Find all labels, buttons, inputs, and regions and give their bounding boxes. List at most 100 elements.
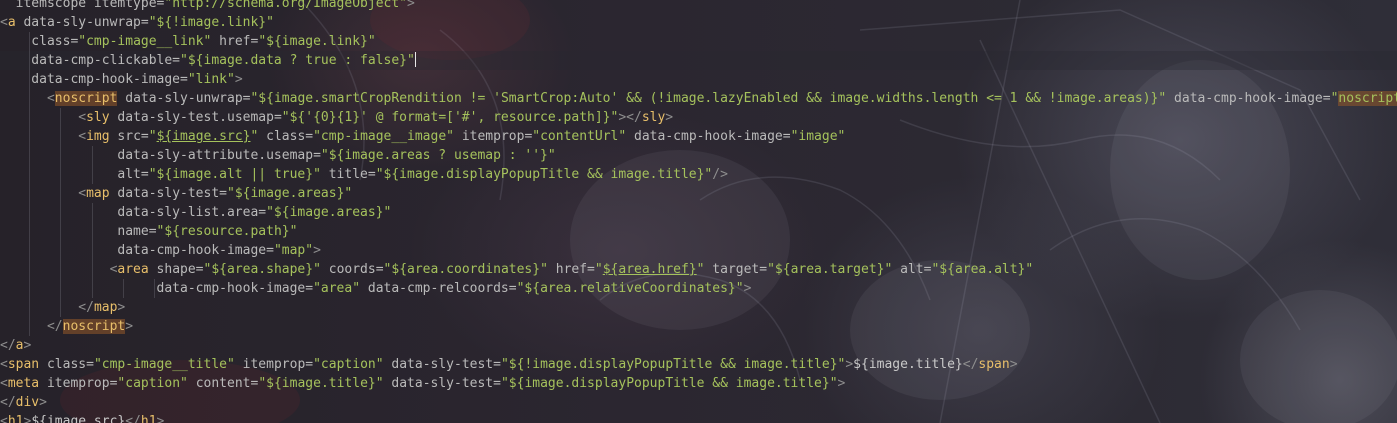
code-token: itemscope itemtype= [0, 0, 165, 11]
code-line[interactable]: </map> [0, 298, 1397, 317]
code-line[interactable]: itemscope itemtype="http://schema.org/Im… [0, 0, 1397, 13]
code-token: > [407, 0, 415, 11]
code-token: ></ [618, 110, 642, 125]
code-token: alt= [0, 167, 149, 182]
code-token: "image" [790, 129, 846, 144]
code-token: data-sly-unwrap= [117, 91, 251, 106]
code-token: class= [0, 34, 79, 49]
code-line[interactable]: <img src="${image.src}" class="cmp-image… [0, 127, 1397, 146]
indent-guide [91, 165, 93, 184]
code-token: meta [7, 376, 40, 391]
indent-guide [91, 146, 93, 165]
code-line[interactable]: data-cmp-hook-image="link"> [0, 70, 1397, 89]
code-line[interactable]: <span class="cmp-image__title" itemprop=… [0, 355, 1397, 374]
code-token: > [845, 357, 854, 372]
code-token: > [837, 376, 846, 391]
code-line[interactable]: <meta itemprop="caption" content="${imag… [0, 374, 1397, 393]
code-token: data-sly-attribute.usemap= [0, 148, 321, 163]
code-token: > [1009, 357, 1018, 372]
code-line[interactable]: </noscript> [0, 317, 1397, 336]
code-line[interactable]: <area shape="${area.shape}" coords="${ar… [0, 260, 1397, 279]
indent-guide [60, 203, 62, 222]
code-token: data-cmp-hook-image= [0, 243, 274, 258]
code-token: data-cmp-relcoords= [360, 281, 517, 296]
code-token: "${image.smartCropRendition != 'SmartCro… [250, 91, 1167, 106]
code-token: "${!image.link}" [148, 15, 274, 30]
code-token: < [78, 186, 87, 201]
code-token: </ [0, 395, 16, 410]
indent-guide [60, 127, 62, 146]
indent-guide [122, 279, 124, 298]
code-line[interactable]: <map data-sly-test="${image.areas}" [0, 184, 1397, 203]
code-token: map [86, 186, 110, 201]
code-token: h1 [140, 414, 157, 423]
code-token: < [0, 15, 8, 30]
code-token: name= [0, 224, 157, 239]
code-token: "${image.displayPopupTitle && image.titl… [375, 167, 713, 182]
code-token: "${area.relativeCoordinates}" [516, 281, 744, 296]
code-line[interactable]: <sly data-sly-test.usemap="${'{0}{1}' @ … [0, 108, 1397, 127]
indent-guide [29, 279, 31, 298]
code-token: " [148, 129, 157, 144]
code-token: shape= [148, 262, 204, 277]
indent-guide [29, 108, 31, 127]
code-token: < [0, 414, 8, 423]
code-token: "${image.title}" [258, 376, 384, 391]
indent-guide [60, 241, 62, 260]
code-token: "http://schema.org/ImageObject" [164, 0, 408, 11]
code-line[interactable]: data-sly-attribute.usemap="${image.areas… [0, 146, 1397, 165]
code-token: sly [86, 110, 110, 125]
code-line[interactable]: class="cmp-image__link" href="${image.li… [0, 32, 1397, 51]
indent-guide [29, 146, 31, 165]
code-token: "cmp-image__title" [93, 357, 235, 372]
code-token: "${area.shape}" [203, 262, 321, 277]
code-area[interactable]: itemscope itemtype="http://schema.org/Im… [0, 0, 1397, 423]
code-token: < [78, 129, 87, 144]
code-token: data-cmp-hook-image= [626, 129, 791, 144]
code-line[interactable]: data-cmp-hook-image="area" data-cmp-relc… [0, 279, 1397, 298]
code-line[interactable]: alt="${image.alt || true}" title="${imag… [0, 165, 1397, 184]
code-line[interactable]: name="${resource.path}" [0, 222, 1397, 241]
code-editor[interactable]: itemscope itemtype="http://schema.org/Im… [0, 0, 1397, 423]
code-line[interactable]: <h1>${image.src}</h1> [0, 412, 1397, 423]
code-line[interactable]: </div> [0, 393, 1397, 412]
code-token: href= [547, 262, 595, 277]
code-token: ${image.src} [156, 129, 251, 144]
code-line[interactable]: data-sly-list.area="${image.areas}" [0, 203, 1397, 222]
code-line[interactable]: </a> [0, 336, 1397, 355]
code-line[interactable]: <noscript data-sly-unwrap="${image.smart… [0, 89, 1397, 108]
indent-guide [91, 260, 93, 279]
code-token: ${image.src} [31, 414, 126, 423]
indent-guide [29, 260, 31, 279]
indent-guide [60, 184, 62, 203]
code-token: area [117, 262, 149, 277]
code-line[interactable]: data-cmp-clickable="${image.data ? true … [0, 51, 1397, 70]
code-token: noscript [62, 319, 126, 334]
code-token: coords= [320, 262, 384, 277]
code-token: data-sly-test= [383, 376, 501, 391]
code-token: img [86, 129, 110, 144]
code-token: "${area.target}" [767, 262, 893, 277]
code-token: "${image.areas}" [266, 205, 392, 220]
code-token: "caption" [117, 376, 188, 391]
code-token: "${image.areas ? usemap : ''}" [320, 148, 556, 163]
code-line[interactable]: data-cmp-hook-image="map"> [0, 241, 1397, 260]
indent-guide [29, 165, 31, 184]
code-token: > [39, 395, 47, 410]
code-token: </ [962, 357, 979, 372]
code-token: "map" [273, 243, 314, 258]
indent-guide [29, 184, 31, 203]
code-token: > [743, 281, 752, 296]
indent-guide [29, 241, 31, 260]
code-token: itemprop= [234, 357, 314, 372]
indent-guide [60, 146, 62, 165]
code-token: target= [704, 262, 768, 277]
code-token: > [117, 300, 126, 315]
code-line[interactable]: <a data-sly-unwrap="${!image.link}" [0, 13, 1397, 32]
code-token: span [7, 357, 40, 372]
code-token: data-cmp-hook-image= [0, 281, 314, 296]
